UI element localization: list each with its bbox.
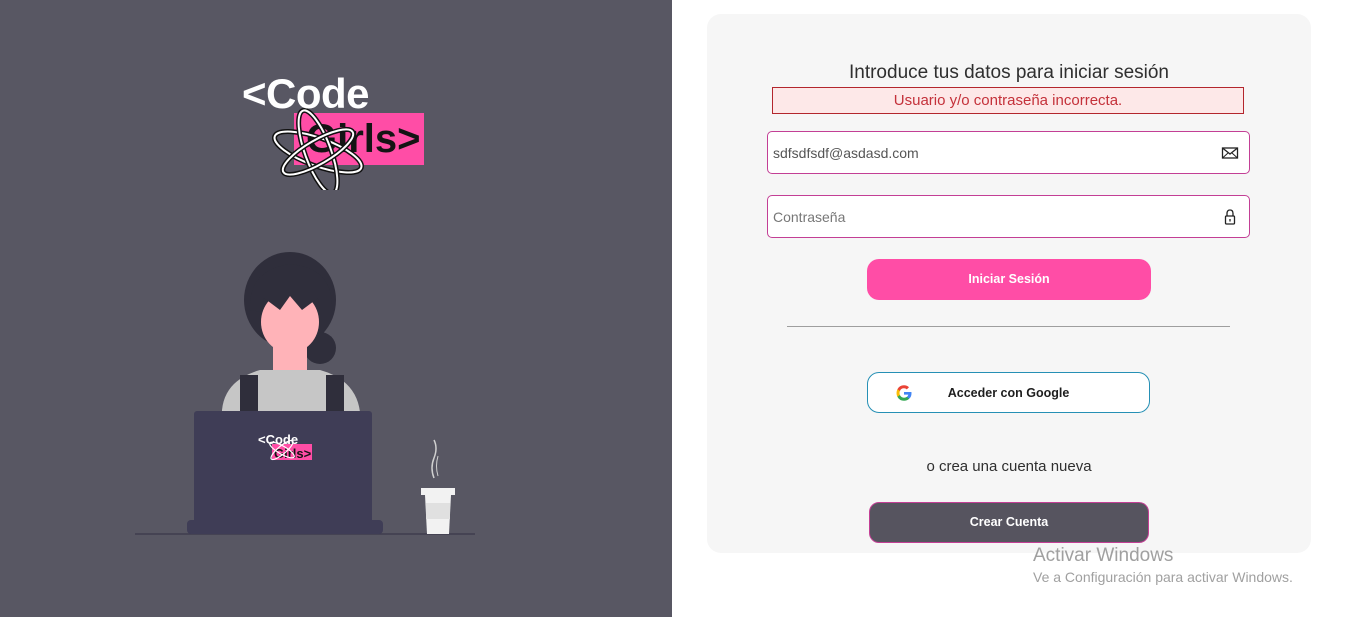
- envelope-icon: [1221, 147, 1239, 159]
- watermark-subtitle: Ve a Configuración para activar Windows.: [1033, 569, 1293, 585]
- google-signin-button[interactable]: Acceder con Google: [867, 372, 1150, 413]
- password-input[interactable]: [773, 196, 1213, 237]
- watermark-title: Activar Windows: [1033, 545, 1174, 566]
- error-message: Usuario y/o contraseña incorrecta.: [772, 87, 1244, 114]
- login-title: Introduce tus datos para iniciar sesión: [848, 62, 1169, 83]
- woman-laptop-illustration: <Code Girls>: [135, 252, 475, 535]
- password-field[interactable]: [767, 195, 1250, 238]
- email-input[interactable]: [773, 132, 1213, 173]
- email-field[interactable]: [767, 131, 1250, 174]
- create-account-button[interactable]: Crear Cuenta: [869, 502, 1149, 543]
- login-card: Introduce tus datos para iniciar sesión …: [707, 14, 1311, 553]
- google-button-label: Acceder con Google: [947, 386, 1070, 400]
- windows-activation-watermark: Activar Windows Ve a Configuración para …: [1033, 544, 1293, 587]
- code-girls-logo: Girls> <Code: [236, 70, 436, 190]
- divider: [787, 326, 1230, 327]
- logo-code-text: <Code: [242, 70, 370, 117]
- left-panel: Girls> <Code <Code Girls>: [0, 0, 672, 617]
- login-button[interactable]: Iniciar Sesión: [867, 259, 1151, 300]
- create-account-prompt: o crea una cuenta nueva: [926, 458, 1092, 475]
- lock-icon: [1224, 209, 1236, 225]
